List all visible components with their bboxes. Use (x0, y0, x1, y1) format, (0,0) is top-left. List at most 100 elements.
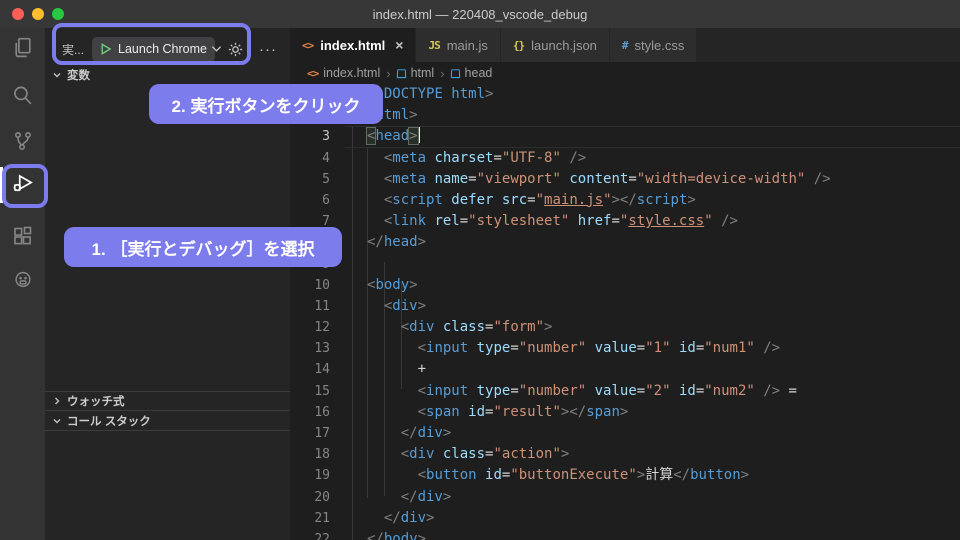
line-number[interactable]: 19 (290, 465, 345, 486)
code-line[interactable]: 8</head> (290, 232, 960, 253)
code-token: main.js (544, 192, 603, 208)
code-line[interactable]: 20 </div> (290, 487, 960, 508)
minimize-window-button[interactable] (32, 8, 44, 20)
line-number[interactable]: 10 (290, 275, 345, 296)
code-line[interactable]: 19 <button id="buttonExecute">計算</button… (290, 465, 960, 486)
code-token: div (418, 425, 443, 441)
breadcrumb-item-html[interactable]: html (397, 66, 435, 80)
code-token: = (780, 383, 797, 399)
code-token: head (375, 128, 409, 144)
line-number[interactable]: 21 (290, 508, 345, 529)
section-watch-label: ウォッチ式 (67, 393, 125, 409)
code-token: /> (561, 150, 586, 166)
section-callstack[interactable]: コール スタック (45, 410, 290, 431)
breadcrumb-separator: › (440, 66, 444, 81)
line-number[interactable]: 18 (290, 444, 345, 465)
code-token: </ (367, 510, 401, 526)
code-token: link (392, 213, 426, 229)
code-line[interactable]: 3<head> (290, 126, 960, 147)
line-number[interactable]: 6 (290, 190, 345, 211)
code-token: href (569, 213, 611, 229)
tab-index.html[interactable]: <>index.html× (290, 28, 416, 62)
code-line[interactable]: 22</body> (290, 529, 960, 540)
code-token: value (586, 340, 637, 356)
breadcrumb: <>index.html › html › head (290, 62, 960, 84)
code-editor[interactable]: 1<!DOCTYPE html>2<html>3<head>4 <meta ch… (290, 84, 960, 540)
code-line[interactable]: 15 <input type="number" value="2" id="nu… (290, 381, 960, 402)
code-line-content: <div class="action"> (345, 444, 960, 465)
traffic-lights (12, 8, 64, 20)
code-line[interactable]: 5 <meta name="viewport" content="width=d… (290, 169, 960, 190)
code-line[interactable]: 2<html> (290, 105, 960, 126)
activity-github-button[interactable] (0, 261, 45, 301)
line-number[interactable]: 16 (290, 402, 345, 423)
tab-main.js[interactable]: JSmain.js (416, 28, 500, 62)
code-token: meta (392, 171, 426, 187)
code-token: class (434, 446, 485, 462)
code-line[interactable]: 1<!DOCTYPE html> (290, 84, 960, 105)
code-token: > (741, 467, 749, 483)
code-token: = (611, 213, 619, 229)
breadcrumb-separator: › (386, 66, 390, 81)
activity-search-button[interactable] (0, 78, 45, 118)
code-token: </ (367, 234, 384, 250)
code-token: id (671, 383, 696, 399)
code-token: "result" (493, 404, 560, 420)
code-token: > (409, 128, 417, 144)
file-type-icon: {} (513, 39, 524, 52)
line-number[interactable]: 20 (290, 487, 345, 508)
code-token: "num1" (704, 340, 755, 356)
code-line[interactable]: 21 </div> (290, 508, 960, 529)
section-watch[interactable]: ウォッチ式 (45, 391, 290, 410)
code-line-content: </div> (345, 423, 960, 444)
section-variables[interactable]: 変数 (45, 65, 290, 85)
activity-explorer-button[interactable] (0, 30, 45, 70)
code-token: class (434, 319, 485, 335)
tab-launch.json[interactable]: {}launch.json (501, 28, 610, 62)
line-number[interactable]: 3 (290, 126, 345, 147)
code-token: < (367, 213, 392, 229)
code-line[interactable]: 9 (290, 254, 960, 275)
line-number[interactable]: 5 (290, 169, 345, 190)
code-line[interactable]: 17 </div> (290, 423, 960, 444)
line-number[interactable]: 4 (290, 148, 345, 169)
line-number[interactable]: 12 (290, 317, 345, 338)
code-line[interactable]: 16 <span id="result"></span> (290, 402, 960, 423)
line-number[interactable]: 15 (290, 381, 345, 402)
code-line[interactable]: 14 + (290, 359, 960, 380)
code-line[interactable]: 13 <input type="number" value="1" id="nu… (290, 338, 960, 359)
code-token: = (628, 171, 636, 187)
close-window-button[interactable] (12, 8, 24, 20)
code-token: button (690, 467, 741, 483)
activity-extensions-button[interactable] (0, 218, 45, 258)
breadcrumb-item-head[interactable]: head (451, 66, 493, 80)
section-callstack-label: コール スタック (67, 413, 151, 429)
code-token: > (544, 319, 552, 335)
line-number[interactable]: 22 (290, 529, 345, 540)
close-tab-icon[interactable]: × (395, 37, 403, 53)
line-number[interactable]: 13 (290, 338, 345, 359)
code-token: < (367, 319, 409, 335)
code-line[interactable]: 4 <meta charset="UTF-8" /> (290, 148, 960, 169)
code-line[interactable]: 18 <div class="action"> (290, 444, 960, 465)
explorer-icon (10, 35, 35, 65)
code-line[interactable]: 10<body> (290, 275, 960, 296)
line-number[interactable]: 11 (290, 296, 345, 317)
tab-style.css[interactable]: #style.css (610, 28, 697, 62)
code-line-content: <!DOCTYPE html> (345, 84, 960, 105)
breadcrumb-item-index.html[interactable]: <>index.html (307, 66, 380, 80)
line-number[interactable]: 17 (290, 423, 345, 444)
code-line[interactable]: 7 <link rel="stylesheet" href="style.css… (290, 211, 960, 232)
code-token: /> (755, 340, 780, 356)
code-token: id (460, 404, 485, 420)
code-line[interactable]: 6 <script defer src="main.js"></script> (290, 190, 960, 211)
zoom-window-button[interactable] (52, 8, 64, 20)
file-type-icon: # (622, 39, 628, 52)
activity-source-control-button[interactable] (0, 123, 45, 163)
code-line[interactable]: 12 <div class="form"> (290, 317, 960, 338)
more-actions-icon[interactable]: ··· (259, 41, 277, 58)
code-line[interactable]: 11 <div> (290, 296, 960, 317)
line-number[interactable]: 14 (290, 359, 345, 380)
code-token: > (443, 425, 451, 441)
code-token: "number" (519, 340, 586, 356)
